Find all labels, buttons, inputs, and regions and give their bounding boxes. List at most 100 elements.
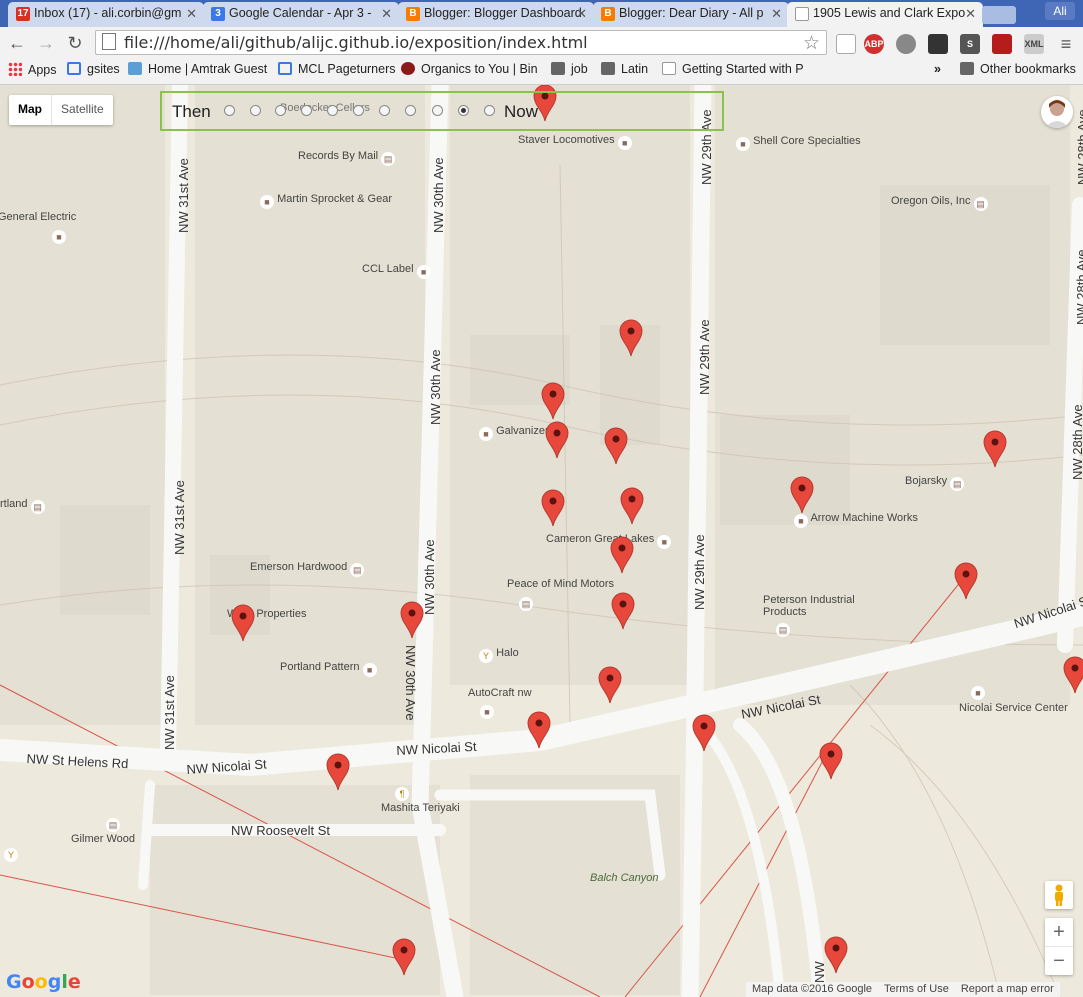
map-marker[interactable]: [983, 430, 1007, 468]
extension-page-icon[interactable]: [836, 34, 856, 54]
extension-xml-icon[interactable]: XML: [1024, 34, 1044, 54]
time-radio-5[interactable]: [327, 105, 338, 116]
menu-icon[interactable]: ≡: [1056, 34, 1076, 54]
gmail-icon: 17: [16, 7, 30, 21]
extension-car-icon[interactable]: [992, 34, 1012, 54]
tab-label: Inbox (17) - ali.corbin@gm: [34, 6, 182, 20]
then-now-slider[interactable]: Then Now: [160, 91, 724, 131]
map-marker[interactable]: [231, 604, 255, 642]
terms-of-use-link[interactable]: Terms of Use: [884, 982, 949, 997]
map-marker[interactable]: [824, 936, 848, 974]
new-tab-button[interactable]: [982, 6, 1016, 24]
forward-icon[interactable]: →: [35, 32, 57, 54]
bookmark-organics[interactable]: Organics to You | Bin: [401, 62, 538, 76]
map-marker[interactable]: [326, 753, 350, 791]
time-radio-1[interactable]: [224, 105, 235, 116]
map-marker[interactable]: [790, 476, 814, 514]
time-radio-7[interactable]: [379, 105, 390, 116]
time-radio-10[interactable]: [458, 105, 469, 116]
satellite-button[interactable]: Satellite: [51, 95, 113, 125]
map-marker[interactable]: [692, 714, 716, 752]
tab-label: Google Calendar - Apr 3 -: [229, 6, 372, 20]
google-logo[interactable]: Google: [6, 971, 81, 993]
map-marker[interactable]: [545, 421, 569, 459]
sites-icon: [278, 62, 292, 75]
back-icon[interactable]: ←: [6, 32, 28, 54]
tab-gmail[interactable]: 17 Inbox (17) - ali.corbin@gm ✕: [8, 2, 204, 27]
avatar[interactable]: [1041, 96, 1073, 128]
other-bookmarks[interactable]: Other bookmarks: [960, 62, 1076, 76]
bookmark-label: Organics to You | Bin: [421, 62, 538, 76]
bookmark-job[interactable]: job: [551, 62, 588, 76]
tab-exposition[interactable]: 1905 Lewis and Clark Expo ✕: [787, 2, 983, 27]
time-radio-11[interactable]: [484, 105, 495, 116]
map-marker[interactable]: [819, 742, 843, 780]
pegman-icon[interactable]: [1045, 881, 1073, 909]
time-radio-6[interactable]: [353, 105, 364, 116]
page-icon: [795, 7, 809, 21]
extension-mask-icon[interactable]: [928, 34, 948, 54]
close-icon[interactable]: ✕: [576, 6, 587, 22]
time-radio-9[interactable]: [432, 105, 443, 116]
map-marker[interactable]: [541, 489, 565, 527]
bookmark-label: job: [571, 62, 588, 76]
map-marker[interactable]: [619, 319, 643, 357]
calendar-icon: 3: [211, 7, 225, 21]
close-icon[interactable]: ✕: [771, 6, 782, 22]
map-marker[interactable]: [392, 938, 416, 976]
tab-label: Blogger: Dear Diary - All p: [619, 6, 764, 20]
map-marker[interactable]: [610, 536, 634, 574]
map-marker[interactable]: [541, 382, 565, 420]
reload-icon[interactable]: ↻: [64, 32, 86, 54]
address-bar[interactable]: file:///home/ali/github/alijc.github.io/…: [95, 30, 827, 55]
close-icon[interactable]: ✕: [186, 6, 197, 22]
adblock-icon[interactable]: ABP: [864, 34, 884, 54]
map-marker[interactable]: [611, 592, 635, 630]
bookmark-gsites[interactable]: gsites: [67, 62, 120, 76]
bookmarks-overflow-button[interactable]: »: [934, 62, 941, 76]
profile-button[interactable]: Ali: [1045, 2, 1075, 20]
bookmark-apps[interactable]: Apps: [8, 62, 57, 77]
bookmark-latin[interactable]: Latin: [601, 62, 648, 76]
close-icon[interactable]: ✕: [965, 6, 976, 22]
extension-circle-icon[interactable]: [896, 34, 916, 54]
map-button[interactable]: Map: [9, 95, 51, 125]
address-text: file:///home/ali/github/alijc.github.io/…: [124, 33, 588, 52]
amtrak-icon: [128, 62, 142, 75]
tab-strip: 17 Inbox (17) - ali.corbin@gm ✕ 3 Google…: [0, 0, 1083, 27]
map-marker[interactable]: [954, 562, 978, 600]
page-icon: [662, 62, 676, 75]
folder-icon: [601, 62, 615, 75]
bookmark-label: Latin: [621, 62, 649, 76]
tab-label: Blogger: Blogger Dashboard: [424, 6, 582, 20]
browser-toolbar: ← → ↻ file:///home/ali/github/alijc.gith…: [0, 27, 1083, 58]
bookmark-label: MCL Pageturners: [298, 62, 396, 76]
time-radio-2[interactable]: [250, 105, 261, 116]
time-radio-8[interactable]: [405, 105, 416, 116]
report-map-error-link[interactable]: Report a map error: [961, 982, 1054, 997]
star-icon[interactable]: ☆: [803, 32, 820, 54]
bookmark-amtrak[interactable]: Home | Amtrak Guest: [128, 62, 267, 76]
time-radio-3[interactable]: [275, 105, 286, 116]
folder-icon: [551, 62, 565, 75]
map-marker[interactable]: [1063, 656, 1083, 694]
bookmark-mcl[interactable]: MCL Pageturners: [278, 62, 396, 76]
tab-blogger-diary[interactable]: B Blogger: Dear Diary - All p ✕: [593, 2, 789, 27]
zoom-out-button[interactable]: −: [1045, 947, 1073, 975]
extension-s-icon[interactable]: S: [960, 34, 980, 54]
time-radio-4[interactable]: [301, 105, 312, 116]
map-marker[interactable]: [598, 666, 622, 704]
map-marker[interactable]: [604, 427, 628, 465]
bookmark-getting-started[interactable]: Getting Started with P: [662, 62, 804, 76]
tab-calendar[interactable]: 3 Google Calendar - Apr 3 - ✕: [203, 2, 399, 27]
bookmark-label: Other bookmarks: [980, 62, 1076, 76]
folder-icon: [960, 62, 974, 75]
zoom-in-button[interactable]: +: [1045, 918, 1073, 947]
map-marker[interactable]: [620, 487, 644, 525]
tab-blogger-dashboard[interactable]: B Blogger: Blogger Dashboard ✕: [398, 2, 594, 27]
map-marker[interactable]: [400, 601, 424, 639]
map-canvas[interactable]: NW 31st Ave NW 31st Ave NW 31st Ave NW 3…: [0, 85, 1083, 997]
close-icon[interactable]: ✕: [381, 6, 392, 22]
map-marker[interactable]: [527, 711, 551, 749]
bookmarks-bar: Apps gsites Home | Amtrak Guest MCL Page…: [0, 58, 1083, 85]
